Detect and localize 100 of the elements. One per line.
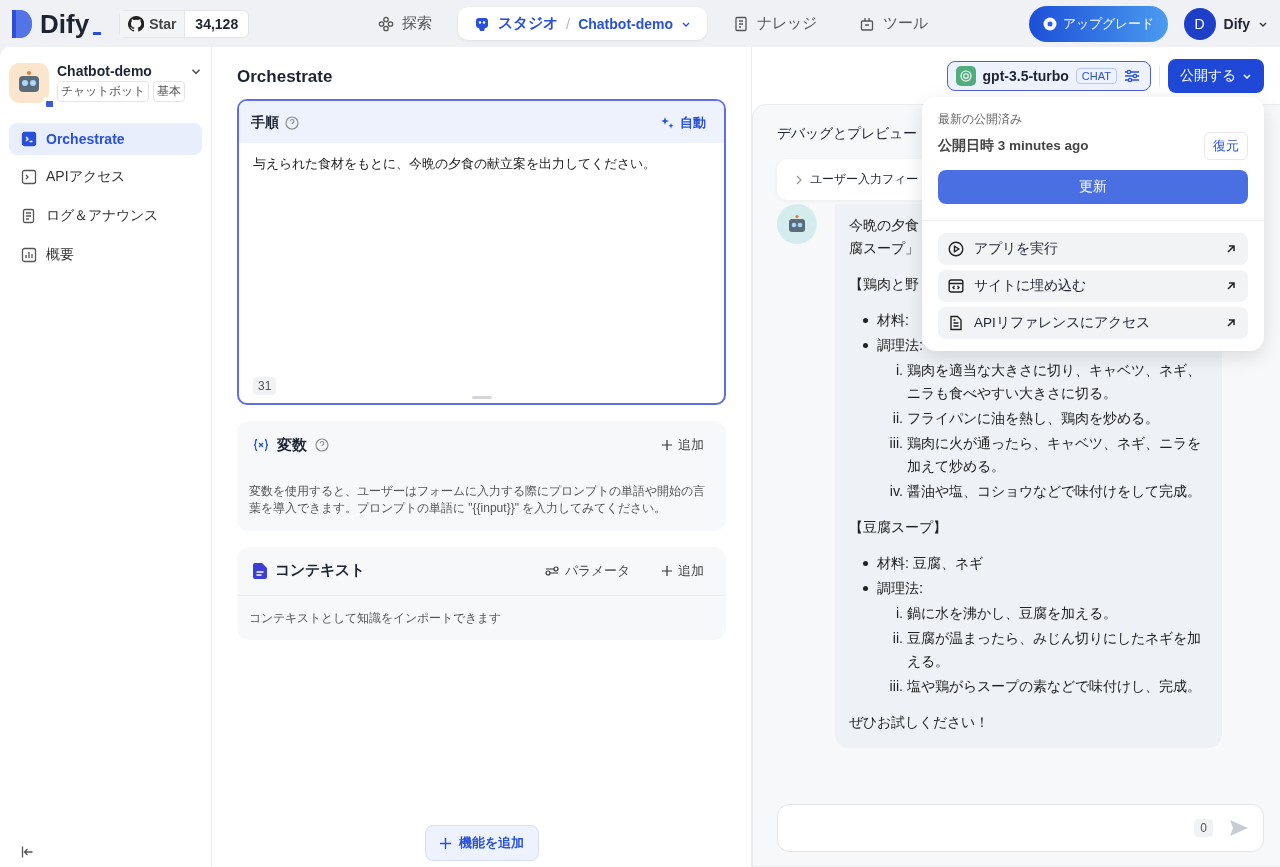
document-icon bbox=[253, 562, 267, 579]
message-text: 腐スープ」 bbox=[849, 239, 919, 258]
step-number: iv. bbox=[888, 482, 903, 501]
terminal-icon bbox=[21, 169, 37, 185]
app-name-dropdown[interactable]: Chatbot-demo bbox=[578, 15, 674, 32]
bullet-icon bbox=[863, 343, 868, 348]
user-avatar: D bbox=[1183, 7, 1216, 40]
prompt-text[interactable]: 与えられた食材をもとに、今晩の夕食の献立案を出力してください。 bbox=[253, 155, 710, 377]
chart-icon bbox=[21, 247, 37, 263]
restore-button[interactable]: 復元 bbox=[1204, 132, 1248, 160]
chevron-down-icon bbox=[1242, 71, 1252, 81]
document-icon bbox=[21, 208, 37, 224]
app-name: Chatbot-demo bbox=[57, 63, 152, 79]
external-arrow-icon bbox=[1226, 281, 1236, 291]
app-tag: 基本 bbox=[153, 81, 185, 102]
star-label: Star bbox=[149, 15, 177, 32]
menu-item[interactable]: APIリファレンスにアクセス bbox=[938, 307, 1248, 339]
auto-button[interactable]: 自動 bbox=[654, 113, 712, 133]
section-title: 手順 bbox=[251, 114, 279, 132]
sidebar-item[interactable]: Orchestrate bbox=[9, 123, 202, 155]
bot-avatar bbox=[777, 204, 817, 244]
menu-item[interactable]: サイトに埋め込む bbox=[938, 270, 1248, 302]
bullet-icon bbox=[863, 318, 868, 323]
message-text: 【豆腐スープ】 bbox=[849, 518, 947, 537]
page-title: Orchestrate bbox=[237, 67, 334, 87]
document-icon bbox=[948, 315, 964, 331]
section-title: コンテキスト bbox=[275, 561, 365, 581]
menu-item[interactable]: アプリを実行 bbox=[938, 233, 1248, 265]
settings-icon[interactable] bbox=[1124, 68, 1140, 84]
model-mode-badge: CHAT bbox=[1075, 68, 1117, 84]
plus-icon bbox=[662, 565, 672, 576]
panel-title: デバッグとプレビュー bbox=[777, 125, 917, 143]
help-icon bbox=[315, 438, 329, 452]
list-item-text: 醤油や塩、コショウなどで味付けをして完成。 bbox=[907, 482, 1201, 501]
list-item-text: 材料: bbox=[877, 311, 909, 330]
upgrade-button[interactable]: アップグレード bbox=[1028, 5, 1168, 42]
github-star-button[interactable]: Star 34,128 bbox=[119, 9, 250, 38]
character-count: 31 bbox=[253, 377, 277, 395]
plus-icon bbox=[662, 440, 672, 450]
step-number: i. bbox=[894, 604, 903, 623]
section-description: コンテキストとして知識をインポートできます bbox=[248, 609, 502, 627]
sidebar-item[interactable]: ログ＆アナウンス bbox=[9, 199, 202, 233]
sliders-icon bbox=[545, 565, 559, 576]
list-item-text: 鶏肉を適当な大きさに切り、キャベツ、ネギ、ニラも食べやすい大きさに切る。 bbox=[907, 361, 1202, 403]
app-tag: チャットボット bbox=[57, 81, 149, 102]
menu-heading: 最新の公開済み bbox=[938, 111, 1023, 128]
list-item-text: 鶏肉に火が通ったら、キャベツ、ネギ、ニラを加えて炒める。 bbox=[907, 434, 1202, 476]
external-arrow-icon bbox=[1226, 244, 1236, 254]
list-item-text: 材料: 豆腐、ネギ bbox=[877, 554, 983, 573]
update-button[interactable]: 更新 bbox=[938, 170, 1248, 204]
bullet-icon bbox=[863, 586, 868, 591]
plus-icon bbox=[439, 837, 451, 849]
message-text: ぜひお試しください！ bbox=[849, 713, 989, 732]
section-title: 変数 bbox=[277, 435, 307, 455]
help-icon bbox=[285, 116, 299, 130]
book-icon bbox=[733, 15, 750, 32]
published-time: 公開日時 3 minutes ago bbox=[938, 137, 1089, 155]
terminal-icon bbox=[21, 131, 37, 147]
collapse-sidebar-icon[interactable] bbox=[21, 845, 35, 859]
resize-handle[interactable] bbox=[471, 396, 492, 399]
message-text: 【鶏肉と野 bbox=[849, 275, 919, 294]
list-item-text: 豆腐が温まったら、みじん切りにしたネギを加える。 bbox=[907, 629, 1202, 671]
step-number: ii. bbox=[891, 409, 903, 428]
robot-icon bbox=[474, 15, 490, 32]
sidebar-item[interactable]: APIアクセス bbox=[9, 160, 202, 194]
add-button[interactable]: 追加 bbox=[656, 560, 710, 581]
variable-icon bbox=[253, 438, 269, 452]
step-number: i. bbox=[894, 361, 903, 380]
add-feature-button[interactable]: 機能を追加 bbox=[424, 825, 539, 861]
model-logo-icon bbox=[955, 66, 976, 86]
user-menu[interactable]: D Dify bbox=[1183, 7, 1268, 40]
bullet-icon bbox=[863, 561, 868, 566]
section-description: 変数を使用すると、ユーザーはフォームに入力する際にプロンプトの単語や開始の言葉を導入できます。プロンプトの単語に "{{input}}" を入力してみてください。 bbox=[248, 483, 706, 517]
list-item-text: フライパンに油を熱し、鶏肉を炒める。 bbox=[907, 409, 1159, 428]
breadcrumb-separator: / bbox=[566, 15, 571, 32]
nav-tab[interactable]: スタジオ / Chatbot-demo bbox=[458, 7, 708, 40]
model-selector[interactable]: gpt-3.5-turbo CHAT bbox=[946, 61, 1151, 91]
logo-underscore bbox=[93, 31, 102, 35]
list-item-text: 調理法: bbox=[877, 336, 923, 355]
github-icon bbox=[128, 15, 145, 32]
message-text: 今晩の夕食 bbox=[849, 216, 919, 235]
publish-button[interactable]: 公開する bbox=[1168, 59, 1264, 93]
nav-tab[interactable]: 探索 bbox=[362, 7, 448, 40]
model-name: gpt-3.5-turbo bbox=[982, 68, 1069, 84]
step-number: iii. bbox=[888, 434, 903, 453]
parameters-button[interactable]: パラメータ bbox=[539, 560, 636, 581]
chat-input-field[interactable]: 0 bbox=[777, 804, 1264, 852]
code-window-icon bbox=[948, 278, 964, 294]
step-number: iii. bbox=[888, 677, 903, 696]
step-number: ii. bbox=[891, 629, 903, 648]
explore-icon bbox=[378, 15, 394, 32]
logo-text: Dify bbox=[40, 9, 90, 38]
chevron-right-icon bbox=[795, 174, 803, 185]
nav-tab[interactable]: ナレッジ bbox=[717, 7, 834, 40]
toolbox-icon bbox=[859, 15, 876, 32]
add-button[interactable]: 追加 bbox=[656, 435, 710, 455]
nav-tab[interactable]: ツール bbox=[843, 7, 945, 40]
play-icon bbox=[948, 241, 964, 257]
sidebar-item[interactable]: 概要 bbox=[9, 238, 202, 272]
list-item-text: 塩や鶏がらスープの素などで味付けし、完成。 bbox=[907, 677, 1201, 696]
